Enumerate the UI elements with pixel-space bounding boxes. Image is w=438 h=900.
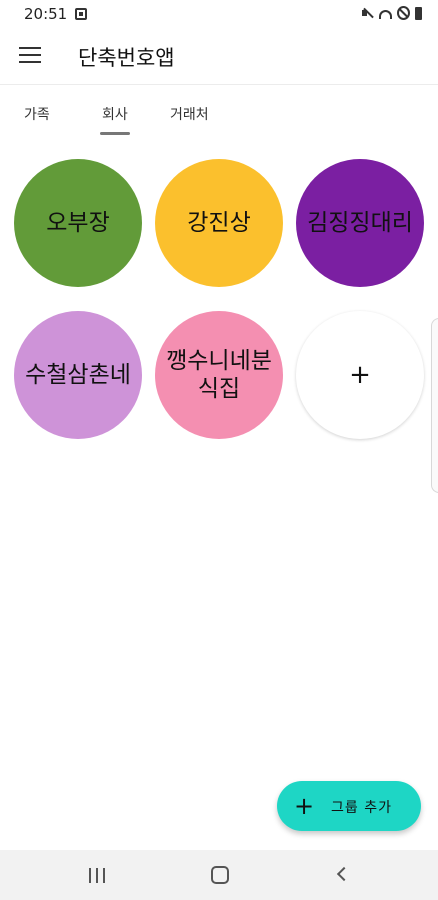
contact-button-3[interactable]: 수철삼촌네 (14, 311, 142, 439)
tab-company[interactable]: 회사 (102, 104, 128, 124)
plus-icon: + (349, 360, 371, 390)
contact-button-0[interactable]: 오부장 (14, 159, 142, 287)
contact-name: 수철삼촌네 (25, 362, 131, 388)
contact-name: 오부장 (46, 210, 110, 236)
status-bar: 20:51 (0, 0, 438, 28)
add-group-button[interactable]: + 그룹 추가 (277, 781, 421, 831)
status-time: 20:51 (24, 5, 68, 23)
contact-button-1[interactable]: 강진상 (155, 159, 283, 287)
navigation-bar (0, 850, 438, 900)
tab-bar: 가족 회사 거래처 (0, 92, 438, 140)
recent-apps-icon[interactable] (89, 868, 107, 883)
battery-icon (415, 6, 422, 20)
app-title: 단축번호앱 (78, 46, 175, 70)
status-icons (361, 6, 422, 20)
app-notification-icon (75, 8, 87, 20)
tab-clients[interactable]: 거래처 (170, 104, 209, 124)
tab-indicator (100, 132, 130, 135)
contact-button-4[interactable]: 깽수니네분식집 (155, 311, 283, 439)
app-bar: 단축번호앱 (0, 28, 438, 85)
contact-name: 깽수니네분식집 (166, 348, 272, 402)
contact-name: 김징징대리 (307, 210, 413, 236)
plus-icon: + (294, 792, 315, 820)
contact-name: 강진상 (187, 210, 251, 236)
mute-icon (361, 6, 374, 20)
back-icon[interactable] (336, 866, 352, 882)
add-contact-button[interactable]: + (296, 311, 424, 439)
hamburger-menu-icon[interactable] (19, 47, 41, 65)
edge-panel-handle[interactable] (431, 318, 438, 493)
tab-family[interactable]: 가족 (24, 104, 50, 124)
contact-button-2[interactable]: 김징징대리 (296, 159, 424, 287)
dnd-icon (397, 6, 410, 20)
home-icon[interactable] (211, 866, 229, 884)
wifi-icon (379, 9, 392, 19)
add-group-label: 그룹 추가 (331, 800, 392, 816)
